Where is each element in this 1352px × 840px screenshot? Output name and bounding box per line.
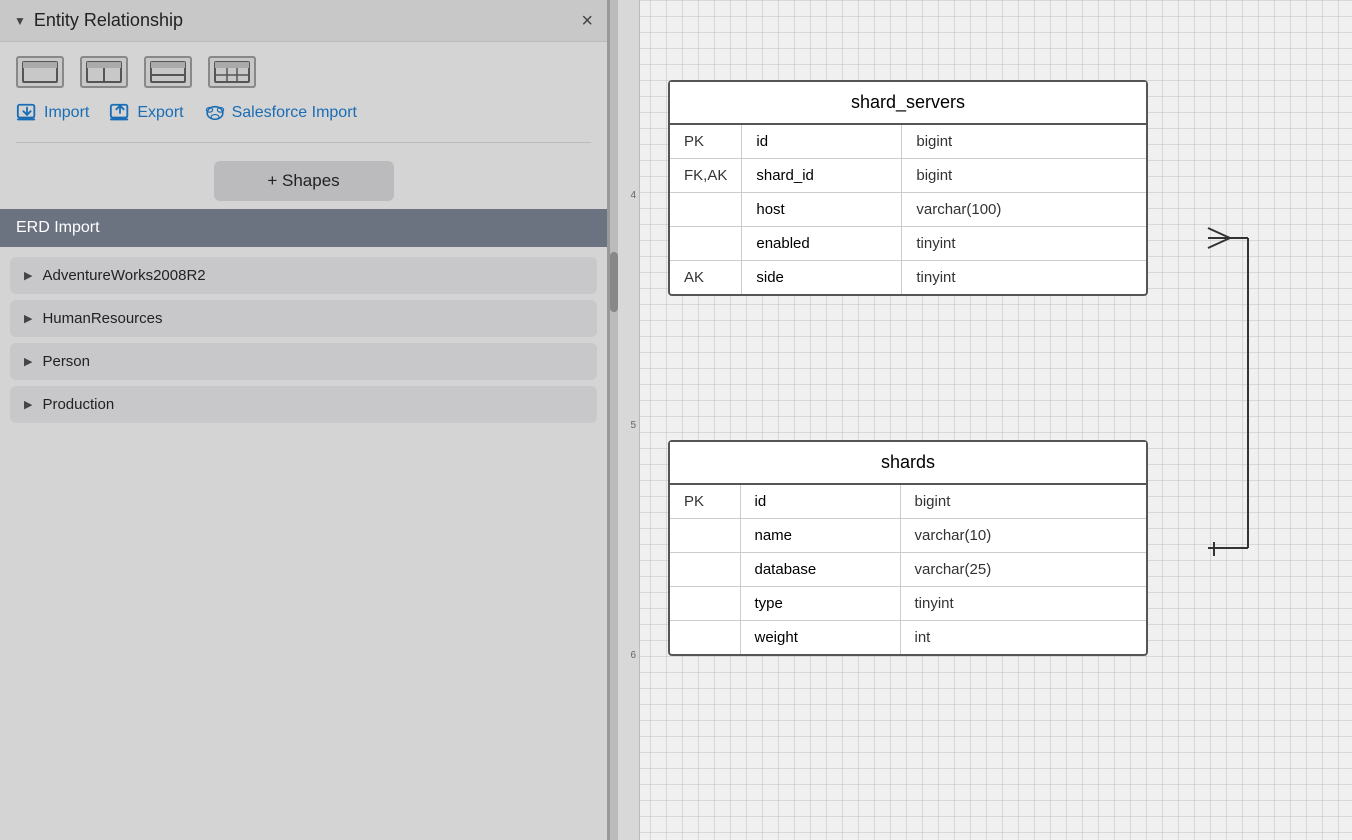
- table-row: name varchar(10): [670, 519, 1146, 553]
- field-cell: host: [742, 193, 902, 227]
- scroll-divider: [610, 0, 618, 840]
- type-cell: tinyint: [902, 261, 1146, 295]
- export-link[interactable]: Export: [109, 102, 183, 124]
- salesforce-import-label: Salesforce Import: [232, 104, 357, 122]
- ruler-mark-5: 5: [630, 420, 636, 431]
- key-cell: [670, 519, 740, 553]
- type-cell: int: [900, 621, 1146, 655]
- erd-table-shard-servers-header: shard_servers: [670, 82, 1146, 125]
- layout-split-vertical-icon[interactable]: [80, 56, 128, 88]
- table-row: enabled tinyint: [670, 227, 1146, 261]
- erd-table-shard-servers[interactable]: shard_servers PK id bigint FK,AK shard_i…: [668, 80, 1148, 296]
- tree-arrow-icon-2: ▶: [24, 355, 32, 368]
- type-cell: varchar(10): [900, 519, 1146, 553]
- field-cell: type: [740, 587, 900, 621]
- canvas-area[interactable]: 4 5 6 shard_servers PK id bigint: [618, 0, 1352, 840]
- salesforce-icon: [204, 102, 226, 124]
- erd-table-shard-servers-body: PK id bigint FK,AK shard_id bigint host …: [670, 125, 1146, 294]
- field-cell: weight: [740, 621, 900, 655]
- export-icon: [109, 102, 131, 124]
- type-cell: bigint: [902, 159, 1146, 193]
- import-icon: [16, 102, 38, 124]
- layout-single-icon[interactable]: [16, 56, 64, 88]
- panel-title-row: ▼ Entity Relationship: [14, 10, 183, 31]
- type-cell: bigint: [900, 485, 1146, 519]
- layout-icon-row: [16, 56, 591, 88]
- key-cell: [670, 193, 742, 227]
- field-cell: shard_id: [742, 159, 902, 193]
- field-cell: database: [740, 553, 900, 587]
- key-cell: PK: [670, 125, 742, 159]
- tree-arrow-icon-0: ▶: [24, 269, 32, 282]
- left-panel: ▼ Entity Relationship ×: [0, 0, 610, 840]
- key-cell: FK,AK: [670, 159, 742, 193]
- erd-import-title: ERD Import: [16, 219, 100, 236]
- tree-item-label-2: Person: [42, 353, 90, 370]
- table-row: PK id bigint: [670, 125, 1146, 159]
- erd-table-shards-body: PK id bigint name varchar(10) database v…: [670, 485, 1146, 654]
- key-cell: PK: [670, 485, 740, 519]
- table-row: type tinyint: [670, 587, 1146, 621]
- table-row: host varchar(100): [670, 193, 1146, 227]
- panel-header: ▼ Entity Relationship ×: [0, 0, 607, 42]
- collapse-arrow-icon[interactable]: ▼: [14, 14, 26, 28]
- salesforce-import-link[interactable]: Salesforce Import: [204, 102, 357, 124]
- tree-item-label-3: Production: [42, 396, 114, 413]
- ruler-mark-4: 4: [630, 190, 636, 201]
- panel-title: Entity Relationship: [34, 10, 183, 31]
- tree-arrow-icon-1: ▶: [24, 312, 32, 325]
- scroll-handle[interactable]: [610, 252, 618, 312]
- tree-item-label-1: HumanResources: [42, 310, 162, 327]
- import-link[interactable]: Import: [16, 102, 89, 124]
- tree-item-production[interactable]: ▶ Production: [10, 386, 597, 423]
- layout-split-horizontal-icon[interactable]: [144, 56, 192, 88]
- table-row: FK,AK shard_id bigint: [670, 159, 1146, 193]
- export-label: Export: [137, 104, 183, 122]
- action-row: Import Export Salesforce Impor: [16, 102, 591, 124]
- field-cell: name: [740, 519, 900, 553]
- erd-import-header: ERD Import: [0, 209, 607, 247]
- tree-list: ▶ AdventureWorks2008R2 ▶ HumanResources …: [0, 247, 607, 840]
- toolbar-divider: [16, 142, 591, 143]
- shapes-button[interactable]: + Shapes: [214, 161, 394, 201]
- type-cell: varchar(25): [900, 553, 1146, 587]
- tree-item-label-0: AdventureWorks2008R2: [42, 267, 205, 284]
- erd-table-shards-header: shards: [670, 442, 1146, 485]
- table-row: PK id bigint: [670, 485, 1146, 519]
- type-cell: tinyint: [900, 587, 1146, 621]
- import-label: Import: [44, 104, 89, 122]
- table-row: database varchar(25): [670, 553, 1146, 587]
- tree-item-person[interactable]: ▶ Person: [10, 343, 597, 380]
- key-cell: [670, 227, 742, 261]
- close-button[interactable]: ×: [581, 11, 593, 31]
- key-cell: [670, 553, 740, 587]
- table-row: AK side tinyint: [670, 261, 1146, 295]
- tree-item-adventureworks[interactable]: ▶ AdventureWorks2008R2: [10, 257, 597, 294]
- erd-table-shards[interactable]: shards PK id bigint name varchar(10) dat…: [668, 440, 1148, 656]
- key-cell: [670, 621, 740, 655]
- field-cell: side: [742, 261, 902, 295]
- type-cell: tinyint: [902, 227, 1146, 261]
- field-cell: enabled: [742, 227, 902, 261]
- table-row: weight int: [670, 621, 1146, 655]
- type-cell: varchar(100): [902, 193, 1146, 227]
- ruler-mark-6: 6: [630, 650, 636, 661]
- ruler-left: 4 5 6: [618, 0, 640, 840]
- toolbar-section: Import Export Salesforce Impor: [0, 42, 607, 209]
- tree-arrow-icon-3: ▶: [24, 398, 32, 411]
- tree-item-humanresources[interactable]: ▶ HumanResources: [10, 300, 597, 337]
- key-cell: AK: [670, 261, 742, 295]
- key-cell: [670, 587, 740, 621]
- type-cell: bigint: [902, 125, 1146, 159]
- layout-grid-icon[interactable]: [208, 56, 256, 88]
- field-cell: id: [740, 485, 900, 519]
- field-cell: id: [742, 125, 902, 159]
